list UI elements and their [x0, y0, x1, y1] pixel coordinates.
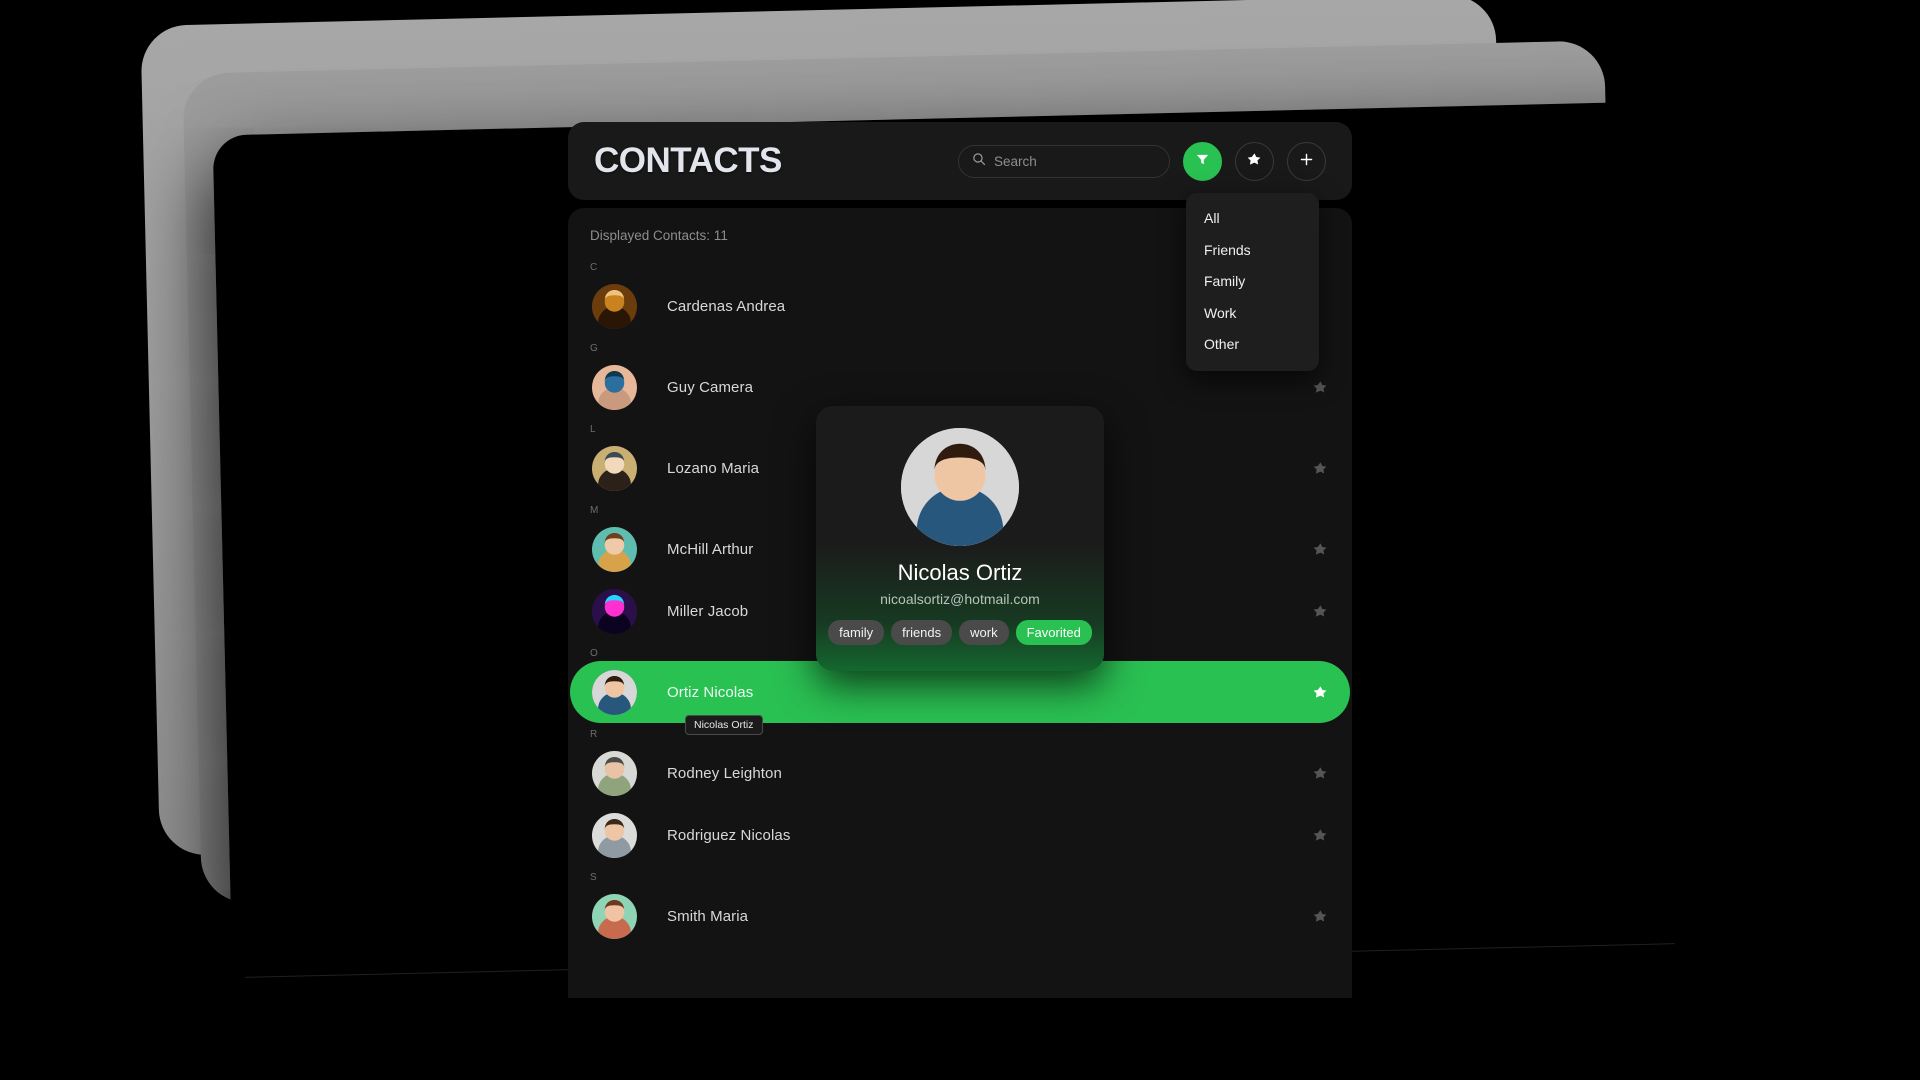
contact-name: Ortiz Nicolas: [667, 683, 754, 701]
plus-icon: [1299, 152, 1314, 170]
header-toolbar: [958, 141, 1326, 181]
filter-menu-item-work[interactable]: Work: [1186, 298, 1319, 330]
star-outline-icon[interactable]: [1313, 461, 1328, 476]
filter-menu-item-family[interactable]: Family: [1186, 266, 1319, 298]
contact-name: Rodriguez Nicolas: [667, 826, 791, 844]
star-outline-icon[interactable]: [1313, 828, 1328, 843]
app-header: CONTACTS: [568, 122, 1352, 200]
contact-avatar: [592, 445, 637, 491]
contact-card-avatar: [901, 428, 1019, 546]
contact-row[interactable]: Smith Maria: [570, 885, 1350, 947]
contact-name: Smith Maria: [667, 907, 749, 925]
star-outline-icon[interactable]: [1313, 766, 1328, 781]
contact-avatar: [592, 588, 637, 634]
star-outline-icon[interactable]: [1313, 380, 1328, 395]
filter-dropdown-menu[interactable]: All Friends Family Work Other: [1186, 193, 1319, 371]
contact-avatar: [592, 364, 637, 410]
contact-row[interactable]: Rodney Leighton: [570, 742, 1350, 804]
contact-name: Cardenas Andrea: [667, 297, 786, 315]
contact-tooltip: Nicolas Ortiz: [685, 715, 763, 735]
favorites-button[interactable]: [1235, 141, 1274, 181]
add-contact-button[interactable]: [1287, 141, 1326, 181]
contact-name: Guy Camera: [667, 378, 754, 396]
filter-menu-item-friends[interactable]: Friends: [1186, 235, 1319, 267]
star-icon: [1247, 152, 1262, 170]
contact-card-name: Nicolas Ortiz: [897, 560, 1023, 585]
contact-card-email: nicoalsortiz@hotmail.com: [880, 591, 1040, 607]
star-outline-icon[interactable]: [1313, 604, 1328, 619]
contact-avatar: [592, 283, 637, 329]
funnel-icon: [1195, 152, 1210, 170]
page-title: CONTACTS: [594, 141, 782, 180]
star-filled-icon[interactable]: [1313, 685, 1328, 700]
contact-avatar: [592, 812, 637, 858]
contact-avatar: [592, 526, 637, 572]
contact-name: Lozano Maria: [667, 459, 760, 477]
filter-menu-item-all[interactable]: All: [1186, 203, 1319, 235]
favorited-badge: Favorited: [1015, 620, 1092, 645]
contact-detail-card: Nicolas Ortiz nicoalsortiz@hotmail.com f…: [816, 406, 1104, 671]
contact-tag: family: [828, 620, 885, 645]
search-icon: [972, 152, 986, 171]
contact-name: Miller Jacob: [667, 602, 749, 620]
contact-card-tags: family friends work Favorited: [828, 620, 1092, 645]
contact-avatar: [592, 750, 637, 796]
contact-row[interactable]: Rodriguez Nicolas: [570, 804, 1350, 866]
contact-tag: friends: [891, 620, 953, 645]
contact-name: Rodney Leighton: [667, 764, 782, 782]
screenshot-stage: CONTACTS Search Displayed Contacts: 11 C…: [0, 0, 1920, 1080]
contact-avatar: [592, 893, 637, 939]
contact-avatar: [592, 669, 637, 715]
star-outline-icon[interactable]: [1313, 542, 1328, 557]
section-letter: S: [590, 872, 598, 883]
search-input[interactable]: [994, 153, 1156, 169]
displayed-contacts-label: Displayed Contacts: 11: [590, 228, 728, 243]
filter-button[interactable]: [1183, 141, 1222, 181]
contact-name: McHill Arthur: [667, 540, 754, 558]
contact-tag: work: [959, 620, 1009, 645]
filter-menu-item-other[interactable]: Other: [1186, 329, 1319, 361]
star-outline-icon[interactable]: [1313, 909, 1328, 924]
search-box[interactable]: [958, 144, 1170, 178]
